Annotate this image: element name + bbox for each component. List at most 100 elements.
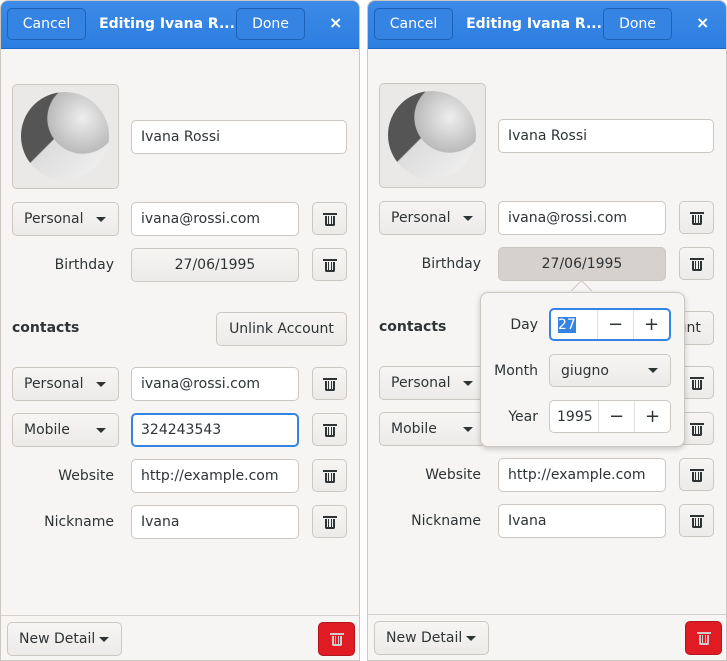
birthday-button[interactable]: 27/06/1995 [131, 248, 299, 282]
trash-icon [322, 422, 337, 438]
trash-icon [322, 376, 337, 392]
day-spinbutton[interactable]: 27 − + [549, 308, 671, 341]
new-detail-button[interactable]: New Detail [374, 621, 489, 655]
delete-field-button[interactable] [312, 248, 347, 281]
type-combo[interactable]: Personal [12, 367, 119, 401]
decrement-button[interactable]: − [597, 310, 633, 339]
trash-icon [689, 513, 704, 529]
delete-field-button[interactable] [312, 505, 347, 538]
trash-icon [689, 421, 704, 437]
chevron-down-icon [463, 215, 473, 221]
value-field[interactable]: 324243543 [131, 413, 299, 447]
trash-icon [322, 468, 337, 484]
new-detail-button[interactable]: New Detail [7, 622, 122, 656]
avatar-image [388, 91, 476, 179]
new-detail-label: New Detail [386, 630, 463, 646]
section-title: contacts [12, 320, 80, 336]
value-field[interactable]: http://example.com [131, 459, 299, 493]
delete-contact-button[interactable] [685, 621, 722, 655]
trash-icon [689, 210, 704, 226]
field-label: Website [425, 467, 481, 483]
day-value[interactable]: 27 [551, 310, 597, 339]
value-field[interactable]: ivana@rossi.com [131, 202, 299, 236]
chevron-down-icon [99, 636, 109, 642]
chevron-down-icon [96, 216, 106, 222]
chevron-down-icon [466, 635, 476, 641]
year-text: 1995 [557, 408, 593, 425]
date-popover: Day 27− + Month giugno Year 1995− + [480, 292, 685, 447]
chevron-down-icon [96, 381, 106, 387]
field-label: Birthday [54, 257, 114, 273]
type-combo[interactable]: Mobile [379, 412, 486, 446]
value-field[interactable]: Ivana [131, 505, 299, 539]
delete-field-button[interactable] [312, 413, 347, 446]
delete-contact-button[interactable] [318, 622, 355, 656]
month-combo[interactable]: giugno [549, 354, 671, 387]
value-field[interactable]: Ivana [498, 504, 666, 538]
delete-field-button[interactable] [679, 247, 714, 280]
delete-field-button[interactable] [312, 367, 347, 400]
field-label: Nickname [411, 513, 481, 529]
birthday-button[interactable]: 27/06/1995 [498, 247, 666, 281]
close-icon[interactable]: × [329, 13, 342, 32]
increment-button[interactable]: + [633, 310, 669, 339]
cancel-button[interactable]: Cancel [7, 8, 86, 40]
trash-icon [322, 514, 337, 530]
contact-editor-window: Cancel Editing Ivana R... Done × Ivana Rossi… [0, 0, 360, 661]
type-label: Personal [24, 211, 84, 227]
trash-icon [689, 467, 704, 483]
year-value[interactable]: 1995 [550, 401, 598, 432]
done-button[interactable]: Done [236, 8, 305, 40]
avatar-button[interactable] [379, 83, 486, 188]
year-spinbutton[interactable]: 1995− + [549, 400, 671, 433]
name-field[interactable]: Ivana Rossi [498, 119, 714, 153]
type-combo[interactable]: Personal [12, 202, 119, 236]
day-text: 27 [558, 316, 576, 333]
footer-bar: New Detail [1, 615, 359, 660]
delete-field-button[interactable] [312, 202, 347, 235]
field-label: Birthday [421, 256, 481, 272]
done-button[interactable]: Done [603, 8, 672, 40]
footer-bar: New Detail [368, 614, 726, 660]
field-label: Website [58, 468, 114, 484]
trash-icon [322, 257, 337, 273]
delete-field-button[interactable] [312, 459, 347, 492]
year-label: Year [508, 409, 538, 425]
value-field[interactable]: ivana@rossi.com [498, 201, 666, 235]
type-label: Personal [391, 210, 451, 226]
type-label: Personal [24, 376, 84, 392]
delete-field-button[interactable] [679, 504, 714, 537]
type-label: Personal [391, 375, 451, 391]
day-label: Day [510, 317, 538, 333]
chevron-down-icon [96, 427, 106, 433]
increment-button[interactable]: + [634, 401, 670, 432]
decrement-button[interactable]: − [598, 401, 634, 432]
value-field[interactable]: http://example.com [498, 458, 666, 492]
month-label: Month [494, 363, 538, 379]
trash-icon [689, 375, 704, 391]
window-title: Editing Ivana R... [466, 16, 602, 32]
trash-icon [329, 631, 344, 647]
delete-field-button[interactable] [679, 458, 714, 491]
type-label: Mobile [391, 421, 437, 437]
type-combo[interactable]: Mobile [12, 413, 119, 447]
cancel-button[interactable]: Cancel [374, 8, 453, 40]
unlink-account-button[interactable]: Unlink Account [216, 312, 347, 346]
new-detail-label: New Detail [19, 631, 96, 647]
type-label: Mobile [24, 422, 70, 438]
window-title: Editing Ivana R... [99, 16, 235, 32]
avatar-button[interactable] [12, 84, 119, 189]
chevron-down-icon [648, 368, 658, 373]
header-bar: Cancel Editing Ivana R... Done × [1, 1, 359, 49]
name-field[interactable]: Ivana Rossi [131, 120, 347, 154]
section-title: contacts [379, 319, 447, 335]
type-combo[interactable]: Personal [379, 201, 486, 235]
type-combo[interactable]: Personal [379, 366, 486, 400]
close-icon[interactable]: × [696, 13, 709, 32]
avatar-image [21, 92, 109, 180]
chevron-down-icon [463, 380, 473, 386]
delete-field-button[interactable] [679, 201, 714, 234]
field-label: Nickname [44, 514, 114, 530]
value-field[interactable]: ivana@rossi.com [131, 367, 299, 401]
header-bar: Cancel Editing Ivana R... Done × [368, 1, 726, 49]
